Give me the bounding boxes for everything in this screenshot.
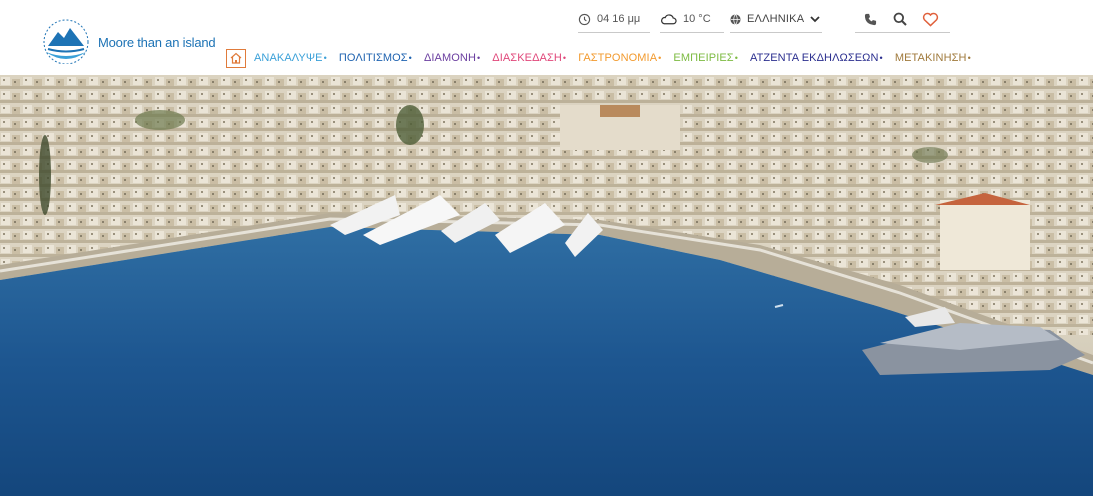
hero-image — [0, 75, 1093, 496]
language-label: ΕΛΛΗΝΙΚΑ — [747, 13, 805, 25]
nav-item-label: ΑΤΖΕΝΤΑ ΕΚΔΗΛΩΣΕΩΝ — [749, 52, 879, 64]
nav-separator: • — [562, 53, 567, 63]
nav-separator: • — [323, 53, 327, 63]
nav-item-diamoni[interactable]: ΔΙΑΜΟΝΗ• — [424, 52, 480, 64]
search-icon — [893, 12, 907, 26]
header-actions — [855, 7, 950, 33]
nav-item-empeiries[interactable]: ΕΜΠΕΙΡΙΕΣ• — [673, 52, 738, 64]
current-weather: 10 °C — [660, 7, 724, 33]
nav-item-gastronomia[interactable]: ΓΑΣΤΡΟΝΟΜΙΑ• — [578, 52, 661, 64]
site-logo[interactable]: Moore than an island — [38, 14, 228, 66]
logo-emblem-icon — [43, 19, 89, 64]
nav-item-anakalypse[interactable]: ΑΝΑΚΑΛΥΨΕ• — [254, 52, 327, 64]
nav-item-atzenta[interactable]: ΑΤΖΕΝΤΑ ΕΚΔΗΛΩΣΕΩΝ• — [750, 52, 883, 64]
nav-item-label: ΠΟΛΙΤΙΣΜΟΣ — [338, 52, 408, 64]
phone-button[interactable] — [855, 8, 885, 30]
current-time: 04 16 μμ — [578, 7, 650, 33]
site-header: Moore than an island 04 16 μμ 10 °C ΕΛΛΗ… — [0, 0, 1093, 75]
home-button[interactable] — [226, 48, 246, 68]
chevron-down-icon — [810, 15, 820, 23]
cloud-icon — [660, 13, 677, 25]
time-value: 04 16 μμ — [597, 13, 641, 25]
aerial-harbor-photo — [0, 75, 1093, 496]
globe-icon — [730, 13, 741, 25]
clock-icon — [578, 13, 591, 26]
nav-item-label: ΔΙΑΜΟΝΗ — [423, 52, 476, 64]
nav-separator: • — [658, 53, 662, 63]
nav-item-label: ΜΕΤΑΚΙΝΗΣΗ — [894, 52, 967, 64]
nav-item-metakinisi[interactable]: ΜΕΤΑΚΙΝΗΣΗ• — [895, 52, 971, 64]
nav-item-label: ΑΝΑΚΑΛΥΨΕ — [254, 52, 323, 64]
search-button[interactable] — [885, 8, 915, 30]
main-nav: ΑΝΑΚΑΛΥΨΕ• ΠΟΛΙΤΙΣΜΟΣ• ΔΙΑΜΟΝΗ• ΔΙΑΣΚΕΔΑ… — [226, 48, 983, 68]
logo-tagline: Moore than an island — [98, 35, 216, 50]
nav-item-label: ΓΑΣΤΡΟΝΟΜΙΑ — [578, 52, 658, 64]
divider — [730, 32, 822, 33]
nav-separator: • — [477, 53, 481, 63]
home-icon — [230, 52, 242, 64]
divider — [855, 32, 950, 33]
language-selector[interactable]: ΕΛΛΗΝΙΚΑ — [730, 7, 822, 33]
nav-separator: • — [408, 53, 412, 63]
nav-separator: • — [879, 53, 883, 63]
heart-icon — [922, 12, 938, 27]
nav-item-label: ΕΜΠΕΙΡΙΕΣ — [673, 52, 734, 64]
nav-separator: • — [967, 53, 971, 63]
divider — [660, 32, 724, 33]
nav-separator: • — [734, 53, 738, 63]
favorites-button[interactable] — [915, 8, 945, 30]
phone-icon — [864, 13, 876, 25]
divider — [578, 32, 650, 33]
nav-item-politismos[interactable]: ΠΟΛΙΤΙΣΜΟΣ• — [339, 52, 412, 64]
nav-item-label: ΔΙΑΣΚΕΔΑΣΗ — [492, 52, 562, 64]
temperature-value: 10 °C — [683, 13, 711, 25]
nav-item-diaskedasi[interactable]: ΔΙΑΣΚΕΔΑΣΗ• — [492, 52, 566, 64]
